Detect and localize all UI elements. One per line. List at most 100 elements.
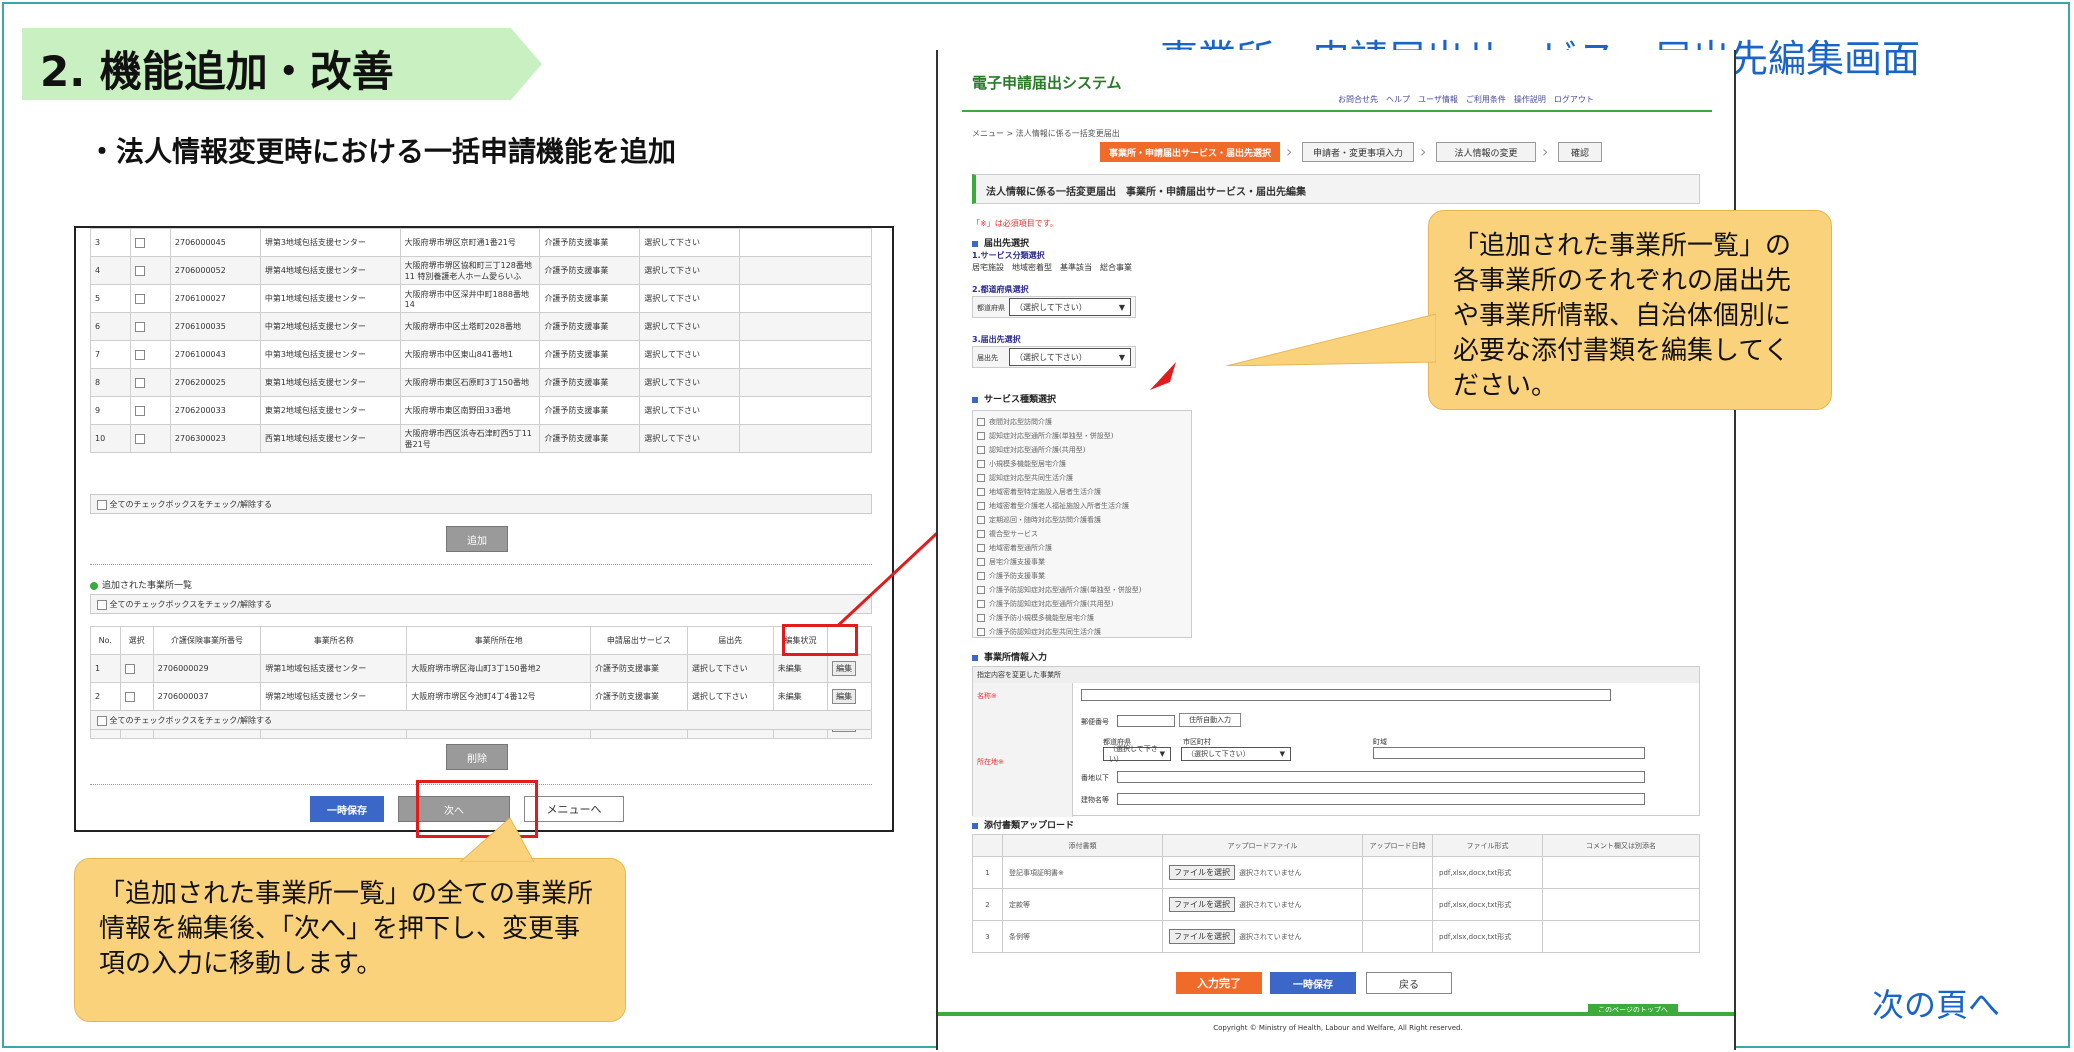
row-checkbox[interactable] bbox=[129, 368, 171, 397]
comment-cell[interactable] bbox=[1542, 888, 1700, 921]
checkbox-icon[interactable] bbox=[977, 488, 985, 496]
edit-button[interactable]: 編集 bbox=[832, 661, 857, 676]
service-item[interactable]: 夜間対応型訪問介護 bbox=[977, 415, 1187, 429]
checkbox-icon[interactable] bbox=[124, 663, 135, 674]
service-item[interactable]: 地域密着型通所介護 bbox=[977, 541, 1187, 555]
row-checkbox[interactable] bbox=[119, 654, 154, 683]
temp-save-button[interactable]: 一時保存 bbox=[310, 796, 384, 822]
service-item[interactable]: 介護予防認知症対応型通所介護(共用型) bbox=[977, 597, 1187, 611]
checkbox-icon[interactable] bbox=[124, 691, 135, 702]
check-all-row-3[interactable]: 全てのチェックボックスをチェック/解除する bbox=[90, 710, 872, 730]
service-item[interactable]: 介護予防認知症対応型共同生活介護 bbox=[977, 625, 1187, 639]
breadcrumb[interactable]: メニュー > 法人情報に係る一括変更届出 bbox=[972, 128, 1120, 139]
row-checkbox[interactable] bbox=[129, 424, 171, 453]
service-item[interactable]: 定期巡回・随時対応型訪問介護看護 bbox=[977, 513, 1187, 527]
service-item[interactable]: 介護予防小規模多機能型居宅介護 bbox=[977, 611, 1187, 625]
checkbox-icon[interactable] bbox=[977, 460, 985, 468]
service-item[interactable]: 介護予防支援事業 bbox=[977, 569, 1187, 583]
checkbox-icon[interactable] bbox=[977, 502, 985, 510]
checkbox-icon[interactable] bbox=[134, 433, 145, 444]
column-header: No. bbox=[90, 626, 121, 655]
postal-input[interactable] bbox=[1117, 715, 1175, 727]
comment-cell[interactable] bbox=[1542, 920, 1700, 953]
service-item-label: 認知症対応型共同生活介護 bbox=[989, 474, 1073, 482]
checkbox-icon[interactable] bbox=[977, 516, 985, 524]
checkbox-icon[interactable] bbox=[134, 321, 145, 332]
service-type-radios[interactable]: 居宅施設 地域密着型 基準該当 総合事業 bbox=[972, 262, 1132, 273]
town-input[interactable] bbox=[1373, 747, 1645, 759]
checkbox-icon[interactable] bbox=[977, 558, 985, 566]
next-page-link[interactable]: 次の頁へ bbox=[1872, 980, 2000, 1026]
checkbox-icon[interactable] bbox=[977, 446, 985, 454]
row-spacer bbox=[739, 228, 872, 257]
row-checkbox[interactable] bbox=[129, 396, 171, 425]
checkbox-icon[interactable] bbox=[134, 265, 145, 276]
name-input[interactable] bbox=[1081, 689, 1611, 701]
service-item[interactable]: 複合型サービス bbox=[977, 527, 1187, 541]
checkbox-icon[interactable] bbox=[97, 499, 107, 510]
service-item[interactable]: 認知症対応型通所介護(単独型・併設型) bbox=[977, 429, 1187, 443]
service-type-label: 1.サービス分類選択 bbox=[972, 251, 1045, 260]
checkbox-icon[interactable] bbox=[977, 530, 985, 538]
check-all-row-2[interactable]: 全てのチェックボックスをチェック/解除する bbox=[90, 594, 872, 614]
dest-select[interactable]: （選択して下さい） ▼ bbox=[1009, 348, 1131, 366]
checkbox-icon[interactable] bbox=[977, 614, 985, 622]
addr-label: 所在地※ bbox=[977, 758, 1004, 766]
comment-cell[interactable] bbox=[1542, 856, 1700, 889]
checkbox-icon[interactable] bbox=[977, 600, 985, 608]
building2-input[interactable] bbox=[1117, 793, 1645, 805]
checkbox-icon[interactable] bbox=[97, 599, 107, 610]
checkbox-icon[interactable] bbox=[134, 377, 145, 388]
row-checkbox[interactable] bbox=[119, 682, 154, 711]
row-number: 7 bbox=[90, 340, 131, 369]
pref2-select[interactable]: （選択して下さい） ▼ bbox=[1103, 745, 1171, 763]
row-checkbox[interactable] bbox=[129, 228, 171, 257]
top-links[interactable]: お問合せ先 ヘルプ ユーザ情報 ご利用条件 操作説明 ログアウト bbox=[1338, 94, 1594, 105]
row-checkbox[interactable] bbox=[129, 256, 171, 285]
checkbox-icon[interactable] bbox=[134, 237, 145, 248]
checkbox-icon[interactable] bbox=[97, 715, 107, 726]
row-checkbox[interactable] bbox=[129, 284, 171, 313]
checkbox-icon[interactable] bbox=[134, 349, 145, 360]
service-item[interactable]: 小規模多機能型居宅介護 bbox=[977, 457, 1187, 471]
add-button[interactable]: 追加 bbox=[446, 526, 508, 552]
checkbox-icon[interactable] bbox=[977, 432, 985, 440]
complete-button[interactable]: 入力完了 bbox=[1176, 972, 1262, 994]
service-item[interactable]: 認知症対応型通所介護(共用型) bbox=[977, 443, 1187, 457]
service-item[interactable]: 認知症対応型共同生活介護 bbox=[977, 471, 1187, 485]
auto-input-button[interactable]: 住所自動入力 bbox=[1179, 713, 1241, 727]
service-item-label: 認知症対応型通所介護(単独型・併設型) bbox=[989, 432, 1114, 440]
edit-button[interactable]: 編集 bbox=[832, 689, 857, 704]
table-row: 10 2706300023 西第1地域包括支援センター 大阪府堺市西区浜寺石津町西5丁… bbox=[90, 424, 872, 453]
service-item-label: 小規模多機能型居宅介護 bbox=[989, 460, 1066, 468]
checkbox-icon[interactable] bbox=[977, 572, 985, 580]
back-button[interactable]: 戻る bbox=[1366, 972, 1452, 994]
temp-save-button-right[interactable]: 一時保存 bbox=[1270, 972, 1356, 994]
choose-file-button[interactable]: ファイルを選択 bbox=[1169, 929, 1235, 944]
service-item[interactable]: 地域密着型特定施設入居者生活介護 bbox=[977, 485, 1187, 499]
checkbox-icon[interactable] bbox=[977, 474, 985, 482]
checkbox-icon[interactable] bbox=[134, 405, 145, 416]
service-item[interactable]: 地域密着型介護老人福祉施設入所者生活介護 bbox=[977, 499, 1187, 513]
service-item[interactable]: 居宅介護支援事業 bbox=[977, 555, 1187, 569]
checkbox-icon[interactable] bbox=[977, 544, 985, 552]
row-checkbox[interactable] bbox=[129, 312, 171, 341]
row-checkbox[interactable] bbox=[129, 340, 171, 369]
checkbox-icon[interactable] bbox=[977, 628, 985, 636]
choose-file-button[interactable]: ファイルを選択 bbox=[1169, 865, 1235, 880]
check-all-row-1[interactable]: 全てのチェックボックスをチェック/解除する bbox=[90, 494, 872, 514]
checkbox-icon[interactable] bbox=[977, 586, 985, 594]
delete-button[interactable]: 削除 bbox=[446, 744, 508, 770]
file-status: 選択されていません bbox=[1239, 869, 1302, 877]
checkbox-icon[interactable] bbox=[977, 418, 985, 426]
checkbox-icon[interactable] bbox=[134, 293, 145, 304]
row-number: 1 bbox=[972, 856, 1003, 889]
office-address: 大阪府堺市中区深井中町1888番地14 bbox=[399, 284, 541, 313]
pref-select[interactable]: （選択して下さい） ▼ bbox=[1009, 298, 1131, 316]
choose-file-button[interactable]: ファイルを選択 bbox=[1169, 897, 1235, 912]
city-select[interactable]: （選択して下さい） ▼ bbox=[1181, 747, 1291, 761]
row-number: 2 bbox=[972, 888, 1003, 921]
service-item[interactable]: 介護予防認知症対応型通所介護(単独型・併設型) bbox=[977, 583, 1187, 597]
building-input[interactable] bbox=[1117, 771, 1645, 783]
square-icon bbox=[972, 822, 978, 829]
